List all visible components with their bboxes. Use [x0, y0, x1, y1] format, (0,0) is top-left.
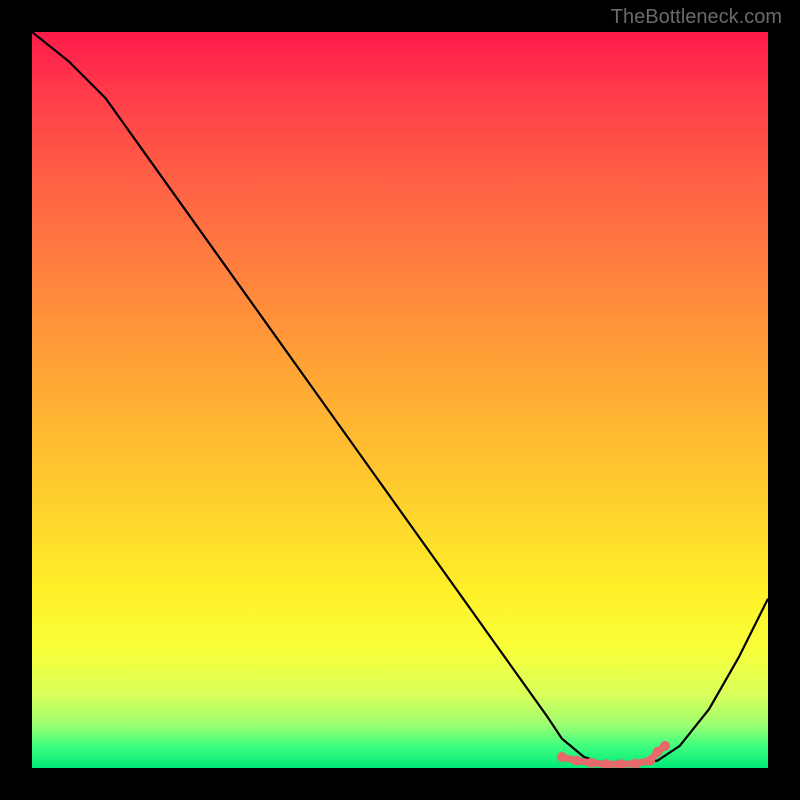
watermark-text: TheBottleneck.com: [611, 6, 782, 29]
marker-dot: [586, 758, 596, 768]
marker-dot: [645, 756, 655, 766]
marker-dot: [660, 741, 670, 751]
marker-dot: [616, 759, 626, 768]
plot-area: [32, 32, 768, 768]
marker-dot: [557, 752, 567, 762]
marker-dot: [572, 756, 582, 766]
bottleneck-curve: [32, 32, 768, 764]
optimal-range-markers: [557, 741, 670, 768]
chart-svg: [32, 32, 768, 768]
